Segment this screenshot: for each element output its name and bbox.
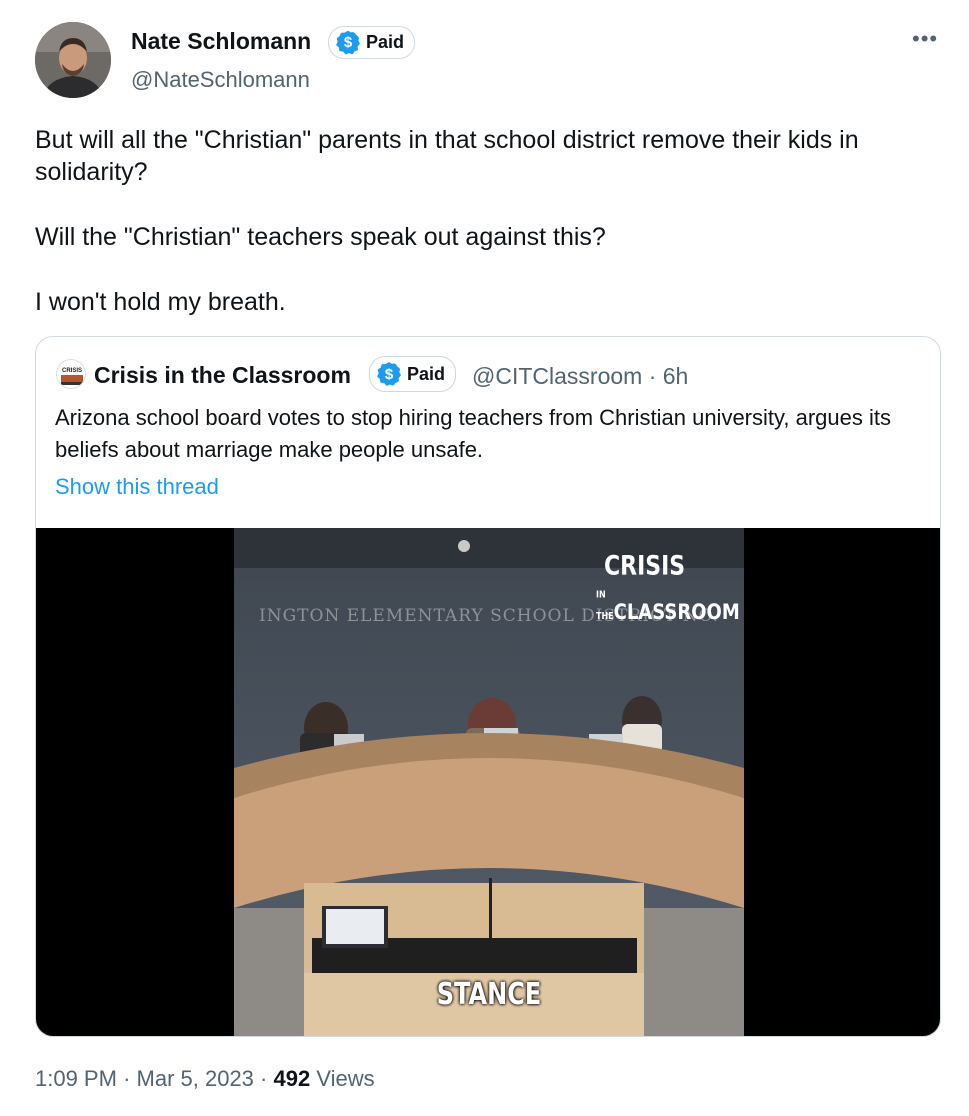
quote-paid-badge[interactable]: $ Paid <box>369 356 457 392</box>
tweet-date[interactable]: Mar 5, 2023 <box>137 1066 254 1091</box>
tweet-paragraph: Will the "Christian" teachers speak out … <box>35 223 606 251</box>
watermark-line1: CRISIS <box>604 551 686 582</box>
quote-meta: @CITClassroom · 6h <box>472 363 688 390</box>
paid-badge[interactable]: $ Paid <box>328 26 416 59</box>
paid-label: Paid <box>366 32 405 52</box>
views-label: Views <box>316 1066 375 1091</box>
author-handle[interactable]: @NateSchlomann <box>131 67 310 93</box>
tweet-footer: 1:09 PM · Mar 5, 2023 · 492 Views <box>35 1066 375 1092</box>
author-name[interactable]: Nate Schlomann <box>131 28 311 55</box>
quote-avatar[interactable]: CRISIS <box>56 359 86 389</box>
meta-separator: · <box>648 363 657 389</box>
quote-time[interactable]: 6h <box>663 363 689 389</box>
tweet-paragraph: But will all the "Christian" parents in … <box>35 126 859 186</box>
svg-text:CRISIS: CRISIS <box>62 368 82 374</box>
video-frame: INGTON ELEMENTARY SCHOOL DISTRICT NO. CR… <box>234 528 744 1036</box>
quote-text: Arizona school board votes to stop hirin… <box>55 405 891 462</box>
tweet-text: But will all the "Christian" parents in … <box>35 124 935 318</box>
tweet-paragraph: I won't hold my breath. <box>35 288 286 316</box>
dollar-verified-icon: $ <box>336 30 360 55</box>
author-avatar[interactable] <box>35 22 111 98</box>
watermark-small: IN THE <box>596 589 614 622</box>
views-count: 492 <box>273 1066 311 1091</box>
video-watermark: CRISIS IN THECLASSROOM <box>596 551 744 625</box>
footer-separator: · <box>123 1066 131 1091</box>
more-icon[interactable]: ••• <box>912 26 938 52</box>
video-player[interactable]: INGTON ELEMENTARY SCHOOL DISTRICT NO. CR… <box>36 528 940 1036</box>
watermark-line2: CLASSROOM <box>613 599 740 625</box>
quoted-tweet-card[interactable]: CRISIS Crisis in the Classroom $ Paid @C… <box>35 336 941 1037</box>
dollar-verified-icon: $ <box>377 362 401 386</box>
quote-handle[interactable]: @CITClassroom <box>472 363 642 389</box>
video-caption: STANCE <box>436 976 542 1012</box>
quote-author-name[interactable]: Crisis in the Classroom <box>94 362 351 389</box>
show-thread-link[interactable]: Show this thread <box>55 474 219 500</box>
tweet-time[interactable]: 1:09 PM <box>35 1066 117 1091</box>
paid-label: Paid <box>407 363 446 384</box>
footer-separator: · <box>260 1066 268 1091</box>
